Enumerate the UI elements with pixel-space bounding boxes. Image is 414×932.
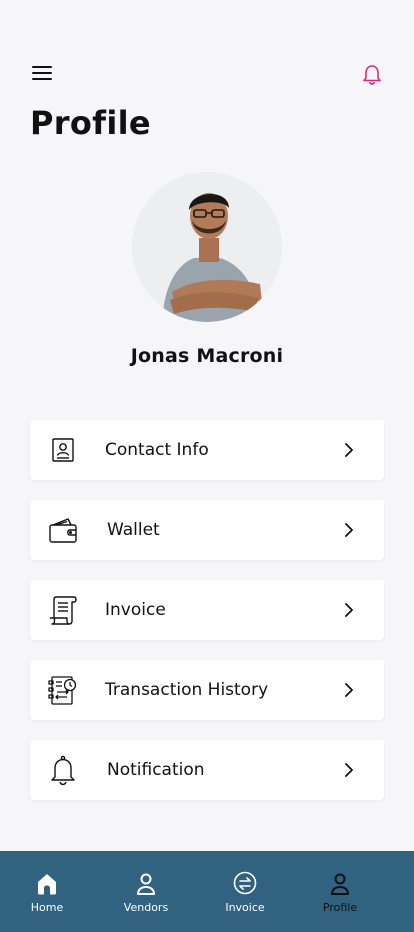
hamburger-icon-line bbox=[32, 72, 52, 74]
menu-item-transaction-history[interactable]: Transaction History bbox=[30, 660, 384, 720]
menu-item-contact-info[interactable]: Contact Info bbox=[30, 420, 384, 480]
bottom-nav: Home Vendors Invoice Profile bbox=[0, 851, 414, 932]
menu-item-label: Transaction History bbox=[105, 680, 269, 700]
chevron-right-icon bbox=[345, 763, 353, 777]
hamburger-icon-line bbox=[32, 78, 52, 80]
user-name: Jonas Macroni bbox=[130, 345, 284, 367]
chevron-right-icon bbox=[345, 523, 353, 537]
nav-item-vendors[interactable]: Vendors bbox=[101, 851, 191, 932]
menu-item-notification[interactable]: Notification bbox=[30, 740, 384, 800]
nav-item-profile[interactable]: Profile bbox=[295, 851, 385, 932]
menu-item-invoice[interactable]: Invoice bbox=[30, 580, 384, 640]
top-bar bbox=[0, 0, 414, 110]
notification-button[interactable] bbox=[358, 60, 386, 88]
user-icon bbox=[137, 873, 155, 895]
invoice-icon bbox=[50, 596, 77, 625]
menu-button[interactable] bbox=[30, 62, 56, 84]
menu-item-label: Contact Info bbox=[105, 440, 209, 460]
avatar[interactable] bbox=[132, 172, 282, 322]
chevron-right-icon bbox=[345, 443, 353, 457]
home-icon bbox=[38, 874, 56, 895]
chevron-right-icon bbox=[345, 683, 353, 697]
bell-icon bbox=[51, 755, 75, 786]
bell-icon bbox=[363, 65, 381, 85]
menu-item-label: Invoice bbox=[105, 600, 166, 620]
nav-item-home[interactable]: Home bbox=[2, 851, 92, 932]
nav-label: Vendors bbox=[123, 901, 169, 914]
wallet-icon bbox=[49, 518, 77, 543]
user-icon bbox=[331, 873, 349, 895]
nav-item-invoice[interactable]: Invoice bbox=[200, 851, 290, 932]
chevron-right-icon bbox=[345, 603, 353, 617]
transaction-history-icon bbox=[48, 676, 77, 705]
page-title: Profile bbox=[30, 104, 151, 142]
nav-label: Home bbox=[30, 901, 64, 914]
contact-card-icon bbox=[52, 438, 74, 462]
hamburger-icon-line bbox=[32, 66, 52, 68]
exchange-icon bbox=[233, 871, 257, 895]
menu-item-label: Notification bbox=[107, 760, 205, 780]
nav-label: Invoice bbox=[225, 901, 265, 914]
nav-label: Profile bbox=[322, 901, 358, 914]
menu-item-wallet[interactable]: Wallet bbox=[30, 500, 384, 560]
menu-item-label: Wallet bbox=[107, 520, 160, 540]
